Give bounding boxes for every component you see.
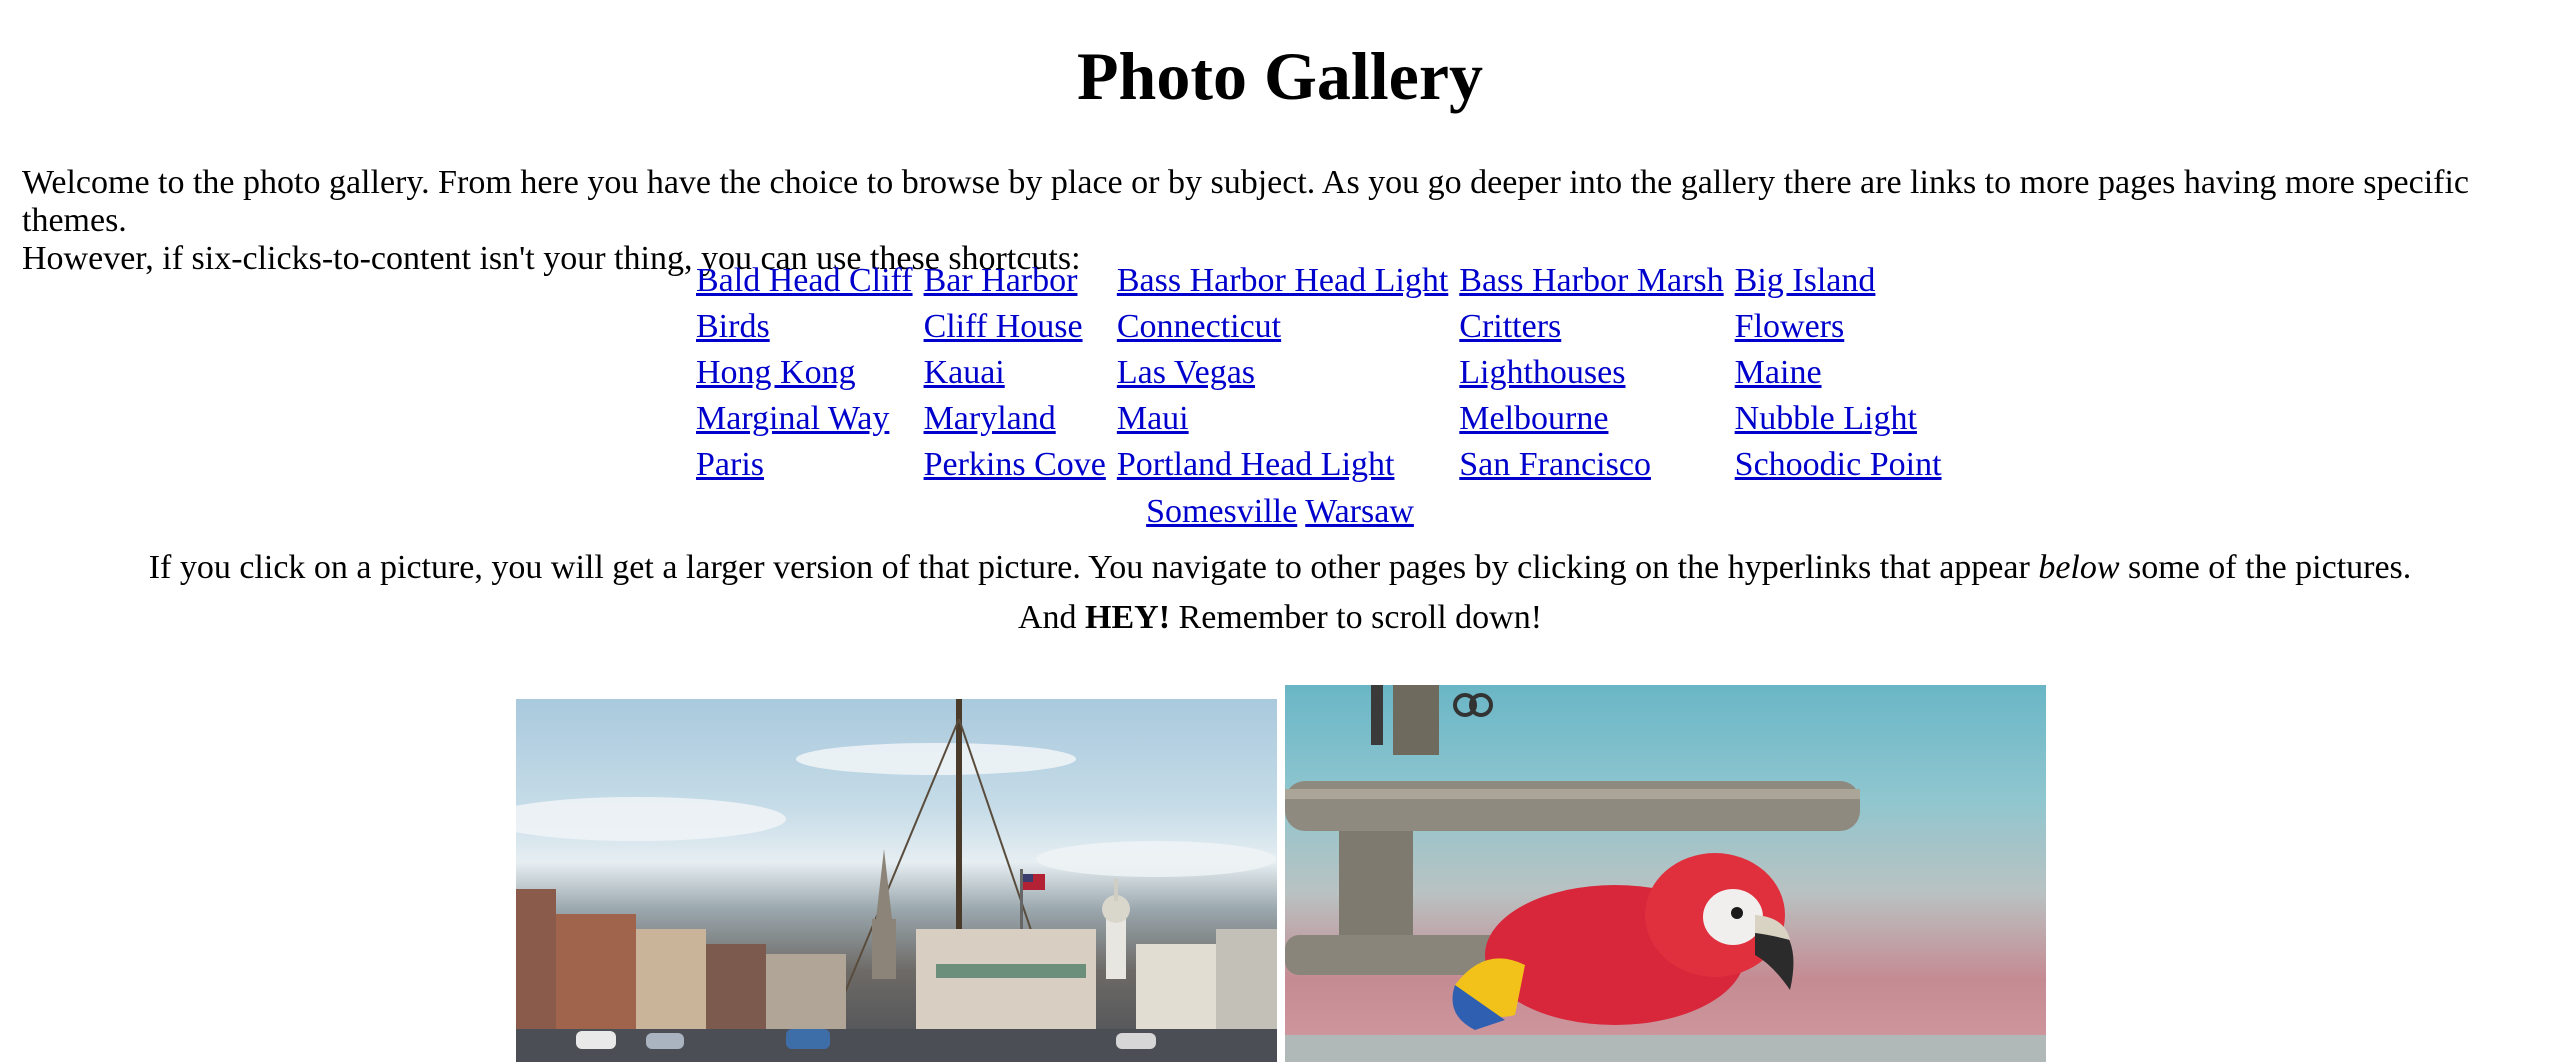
shortcut-link-kauai[interactable]: Kauai xyxy=(924,354,1005,391)
page: Photo Gallery Welcome to the photo galle… xyxy=(0,0,2560,1062)
shortcut-link-maryland[interactable]: Maryland xyxy=(924,400,1056,437)
instructions-text-2: some of the pictures. xyxy=(2119,549,2412,586)
shortcut-link-perkins-cove[interactable]: Perkins Cove xyxy=(924,446,1106,483)
shortcut-link-san-francisco[interactable]: San Francisco xyxy=(1459,446,1651,483)
shortcut-link-las-vegas[interactable]: Las Vegas xyxy=(1117,354,1255,391)
instructions-emphasis: below xyxy=(2038,549,2120,586)
shortcut-link-connecticut[interactable]: Connecticut xyxy=(1117,308,1281,345)
shortcuts-row: Paris Perkins Cove Portland Head Light S… xyxy=(693,442,1950,488)
shortcut-link-birds[interactable]: Birds xyxy=(696,308,770,345)
shortcut-link-hong-kong[interactable]: Hong Kong xyxy=(696,354,856,391)
instructions-hey: HEY! xyxy=(1085,599,1171,636)
shortcut-link-lighthouses[interactable]: Lighthouses xyxy=(1459,354,1625,391)
page-title: Photo Gallery xyxy=(1076,38,1484,114)
parrot-scene-image xyxy=(1285,685,2046,1062)
instructions-prefix: And xyxy=(1017,599,1086,636)
harbor-scene-image xyxy=(516,699,1277,1062)
shortcut-link-flowers[interactable]: Flowers xyxy=(1735,308,1845,345)
instructions-text-1: If you click on a picture, you will get … xyxy=(148,549,2039,586)
shortcut-link-paris[interactable]: Paris xyxy=(696,446,764,483)
intro-line-1: Welcome to the photo gallery. From here … xyxy=(22,164,2470,239)
shortcut-link-portland-head-light[interactable]: Portland Head Light xyxy=(1117,446,1395,483)
shortcut-link-bass-harbor-marsh[interactable]: Bass Harbor Marsh xyxy=(1459,262,1723,299)
shortcuts-row: Bald Head Cliff Bar Harbor Bass Harbor H… xyxy=(693,258,1950,304)
shortcut-link-bass-harbor-head-light[interactable]: Bass Harbor Head Light xyxy=(1117,262,1448,299)
shortcut-link-maine[interactable]: Maine xyxy=(1735,354,1822,391)
shortcut-link-melbourne[interactable]: Melbourne xyxy=(1459,400,1608,437)
shortcuts-table: Bald Head Cliff Bar Harbor Bass Harbor H… xyxy=(693,258,1950,488)
shortcut-link-maui[interactable]: Maui xyxy=(1117,400,1189,437)
shortcut-link-somesville[interactable]: Somesville xyxy=(1146,493,1297,530)
shortcut-link-marginal-way[interactable]: Marginal Way xyxy=(696,400,889,437)
shortcut-link-warsaw[interactable]: Warsaw xyxy=(1305,493,1414,530)
extra-shortcuts: Somesville Warsaw xyxy=(0,490,2560,534)
shortcut-link-big-island[interactable]: Big Island xyxy=(1735,262,1876,299)
shortcut-link-nubble-light[interactable]: Nubble Light xyxy=(1735,400,1917,437)
shortcut-link-critters[interactable]: Critters xyxy=(1459,308,1561,345)
shortcuts-row: Hong Kong Kauai Las Vegas Lighthouses Ma… xyxy=(693,350,1950,396)
photo-red-macaw[interactable] xyxy=(1285,685,2046,1062)
photo-harbor-sailboat[interactable] xyxy=(516,699,1277,1062)
shortcuts-row: Marginal Way Maryland Maui Melbourne Nub… xyxy=(693,396,1950,442)
shortcut-link-cliff-house[interactable]: Cliff House xyxy=(924,308,1083,345)
shortcut-link-bar-harbor[interactable]: Bar Harbor xyxy=(924,262,1078,299)
shortcut-link-bald-head-cliff[interactable]: Bald Head Cliff xyxy=(696,262,913,299)
shortcuts-row: Birds Cliff House Connecticut Critters F… xyxy=(693,304,1950,350)
instructions-line-1: If you click on a picture, you will get … xyxy=(0,546,2560,590)
shortcut-link-schoodic-point[interactable]: Schoodic Point xyxy=(1735,446,1942,483)
instructions-suffix: Remember to scroll down! xyxy=(1170,599,1543,636)
instructions-line-2: And HEY! Remember to scroll down! xyxy=(0,596,2560,640)
